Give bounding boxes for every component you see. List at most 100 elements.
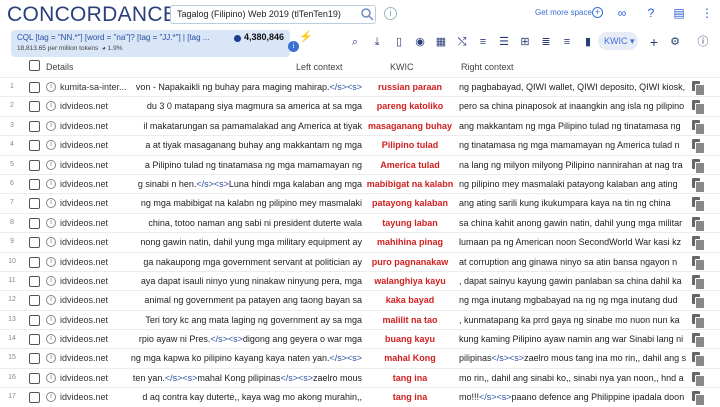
help-icon[interactable]: ? — [643, 6, 659, 20]
shuffle-icon[interactable]: ⤭ — [454, 35, 470, 49]
get-more-space-link[interactable]: Get more space — [535, 8, 592, 17]
row-info-icon[interactable]: i — [46, 159, 56, 170]
kwic-keyword[interactable]: mahihina pinag — [362, 237, 458, 247]
document-icon[interactable]: ▯ — [391, 35, 407, 49]
kwic-keyword[interactable]: Pilipino tulad — [362, 140, 458, 150]
row-info-icon[interactable]: i — [46, 334, 56, 345]
row-info-icon[interactable]: i — [46, 198, 56, 209]
list-icon[interactable]: ≣ — [538, 35, 554, 49]
row-checkbox[interactable] — [29, 159, 40, 171]
table-row[interactable]: 3 i idvideos.net il makatarungan sa pamamal… — [0, 115, 720, 135]
kwic-keyword[interactable]: walanghiya kayu — [362, 276, 458, 286]
row-info-icon[interactable]: i — [46, 353, 56, 364]
row-info-icon[interactable]: i — [46, 237, 56, 248]
kwic-keyword[interactable]: mahal Kong — [362, 353, 458, 363]
corpus-info-icon[interactable]: i — [384, 7, 397, 20]
copy-icon[interactable] — [692, 177, 705, 193]
eye-icon[interactable]: ◉ — [412, 35, 428, 49]
download-icon[interactable]: ⤓ — [369, 35, 385, 49]
table-row[interactable]: 16 i idvideos.net ten yan.</s><s>mahal Kong… — [0, 367, 720, 387]
row-info-icon[interactable]: i — [46, 101, 56, 112]
sort-lines-icon[interactable]: ≡ — [559, 35, 575, 49]
row-checkbox[interactable] — [29, 101, 40, 113]
settings-icon[interactable]: ⚙ — [667, 35, 683, 49]
row-details[interactable]: idvideos.net — [60, 121, 130, 131]
row-details[interactable]: idvideos.net — [60, 373, 130, 383]
row-details[interactable]: idvideos.net — [60, 198, 130, 208]
gdex-icon[interactable]: ⊞ — [517, 35, 533, 49]
view-mode-select[interactable]: KWIC ▾ — [598, 32, 638, 50]
kwic-keyword[interactable]: tang ina — [362, 373, 458, 383]
copy-icon[interactable] — [692, 391, 705, 407]
row-info-icon[interactable]: i — [46, 295, 56, 306]
table-row[interactable]: 4 i idvideos.net a at tiyak masaganang buha… — [0, 135, 720, 155]
search-icon[interactable] — [360, 7, 374, 21]
zoom-icon[interactable]: ⌕ — [347, 35, 363, 49]
plus-circle-icon[interactable]: + — [592, 7, 603, 18]
copy-icon[interactable] — [692, 352, 705, 368]
row-details[interactable]: idvideos.net — [60, 179, 130, 189]
kwic-keyword[interactable]: mabibigat na kalabn — [362, 179, 458, 189]
row-details[interactable]: idvideos.net — [60, 101, 130, 111]
row-details[interactable]: idvideos.net — [60, 218, 130, 228]
row-checkbox[interactable] — [29, 178, 40, 190]
copy-icon[interactable] — [692, 255, 705, 271]
menu-icon[interactable]: ⋮ — [699, 6, 715, 20]
row-details[interactable]: idvideos.net — [60, 392, 130, 402]
row-checkbox[interactable] — [29, 314, 40, 326]
copy-icon[interactable] — [692, 216, 705, 232]
table-row[interactable]: 8 i idvideos.net china, totoo naman ang sab… — [0, 212, 720, 232]
row-info-icon[interactable]: i — [46, 372, 56, 383]
kwic-keyword[interactable]: tang ina — [362, 392, 458, 402]
row-details[interactable]: idvideos.net — [60, 334, 130, 344]
row-details[interactable]: idvideos.net — [60, 140, 130, 150]
table-row[interactable]: 11 i idvideos.net aya dapat isauli ninyo yu… — [0, 270, 720, 290]
copy-icon[interactable] — [692, 119, 705, 135]
col-kwic[interactable]: KWIC — [390, 62, 414, 72]
copy-icon[interactable] — [692, 81, 705, 96]
row-details[interactable]: idvideos.net — [60, 237, 130, 247]
row-info-icon[interactable]: i — [46, 178, 56, 189]
view-icon[interactable]: ▦ — [433, 35, 449, 49]
kwic-keyword[interactable]: masaganang buhay — [362, 121, 458, 131]
corpus-selector[interactable]: Tagalog (Filipino) Web 2019 (tlTenTen19) — [170, 5, 376, 24]
table-row[interactable]: 7 i idvideos.net ng mga mabibigat na kalabn… — [0, 193, 720, 213]
table-row[interactable]: 9 i idvideos.net nong gawin natin, dahil yu… — [0, 232, 720, 252]
row-info-icon[interactable]: i — [46, 256, 56, 267]
row-info-icon[interactable]: i — [46, 217, 56, 228]
chart-icon[interactable]: ▮ — [580, 35, 596, 49]
kwic-keyword[interactable]: buang kayu — [362, 334, 458, 344]
row-info-icon[interactable]: i — [46, 392, 56, 403]
row-checkbox[interactable] — [29, 82, 40, 93]
copy-icon[interactable] — [692, 100, 705, 116]
row-checkbox[interactable] — [29, 120, 40, 132]
feedback-icon[interactable]: ▤ — [671, 6, 687, 20]
link-icon[interactable]: ∞ — [614, 6, 630, 20]
table-row[interactable]: 15 i idvideos.net ng mga kapwa ko pilipino … — [0, 348, 720, 368]
sort-icon[interactable]: ☰ — [496, 35, 512, 49]
copy-icon[interactable] — [692, 274, 705, 290]
table-row[interactable]: 6 i idvideos.net g sinabi n hen.</s><s>Luna… — [0, 173, 720, 193]
table-row[interactable]: 17 i idvideos.net d aq contra kay duterte,,… — [0, 387, 720, 407]
select-all-checkbox[interactable] — [29, 60, 40, 71]
copy-icon[interactable] — [692, 294, 705, 310]
copy-icon[interactable] — [692, 313, 705, 329]
row-checkbox[interactable] — [29, 353, 40, 365]
copy-icon[interactable] — [692, 139, 705, 155]
table-row[interactable]: 10 i idvideos.net ga nakaupong mga governme… — [0, 251, 720, 271]
copy-icon[interactable] — [692, 333, 705, 349]
row-details[interactable]: idvideos.net — [60, 353, 130, 363]
kwic-keyword[interactable]: malilit na tao — [362, 315, 458, 325]
row-details[interactable]: idvideos.net — [60, 295, 130, 305]
query-cql[interactable]: CQL [tag = "NN.*"] [word = "na"]? [tag =… — [17, 33, 222, 42]
copy-icon[interactable] — [692, 197, 705, 213]
lightning-icon[interactable]: ⚡ — [298, 30, 314, 44]
row-checkbox[interactable] — [29, 140, 40, 152]
col-details[interactable]: Details — [46, 62, 74, 72]
row-checkbox[interactable] — [29, 198, 40, 210]
table-row[interactable]: 5 i idvideos.net a Pilipino tulad ng tinata… — [0, 154, 720, 174]
kwic-keyword[interactable]: pareng katoliko — [362, 101, 458, 111]
row-details[interactable]: idvideos.net — [60, 315, 130, 325]
row-info-icon[interactable]: i — [46, 275, 56, 286]
row-checkbox[interactable] — [29, 392, 40, 404]
